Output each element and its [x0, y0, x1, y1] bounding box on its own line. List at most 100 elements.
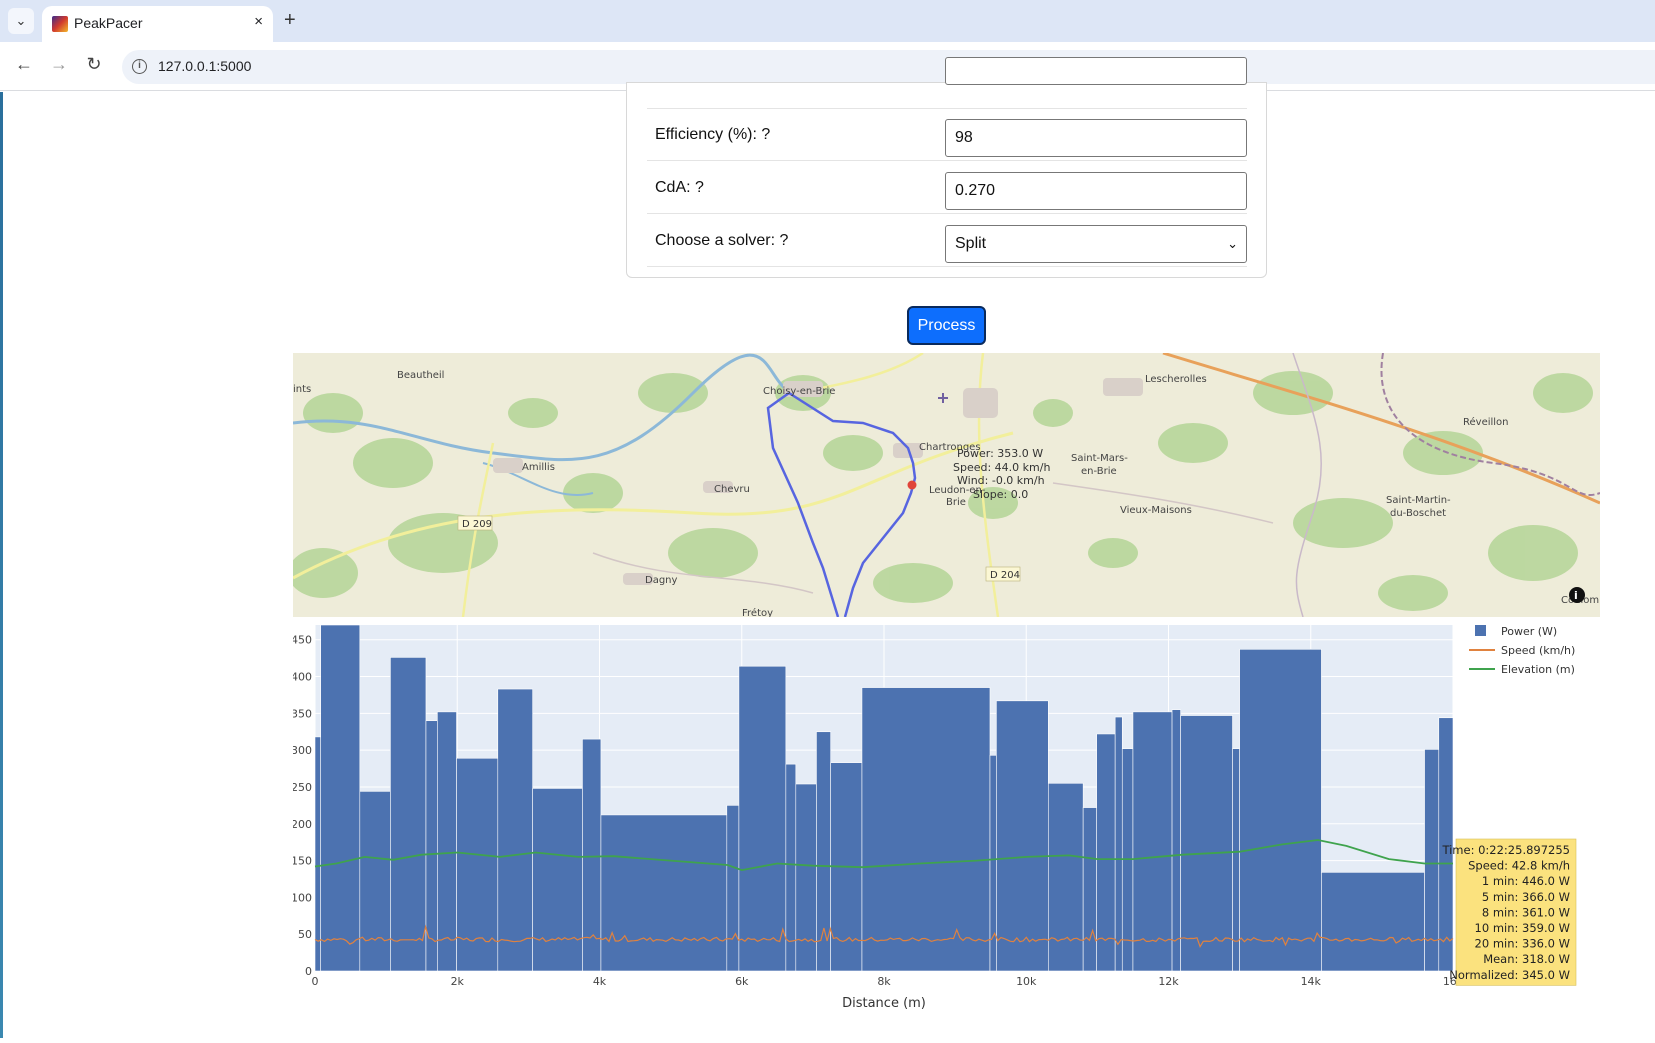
- y-tick-label: 350: [293, 707, 312, 720]
- power-bar: [1239, 648, 1322, 972]
- power-bar: [314, 736, 321, 972]
- marker-wind: Wind: -0.0 km/h: [957, 474, 1045, 487]
- place-label: en-Brie: [1081, 466, 1117, 477]
- new-tab-button[interactable]: +: [284, 9, 296, 32]
- tab-search-button[interactable]: ⌄: [8, 8, 34, 34]
- y-tick-label: 250: [293, 781, 312, 794]
- solver-select[interactable]: Split ⌄: [945, 225, 1247, 263]
- settings-form: Efficiency (%): ? 98 CdA: ? 0.270 Choose…: [626, 57, 1267, 278]
- y-tick-label: 150: [293, 855, 312, 868]
- marker-speed: Speed: 44.0 km/h: [953, 461, 1050, 474]
- chart-canvas: 0 2k 4k 6k 8k 10k 12k 14k 16k0501001502002503003…: [291, 624, 1577, 1011]
- hover-line: Mean: 318.0 W: [1483, 952, 1570, 966]
- previous-input[interactable]: [945, 57, 1247, 85]
- place-label: Choisy-en-Brie: [763, 386, 835, 397]
- peakpacer-favicon-icon: [52, 16, 68, 32]
- power-bar: [1114, 716, 1123, 972]
- road-label-d204: D 204: [990, 570, 1020, 581]
- window-edge: [0, 92, 3, 1038]
- x-tick-label: 0: [312, 975, 319, 988]
- place-label: Brie: [946, 497, 966, 508]
- power-bar: [795, 783, 817, 972]
- hover-line: Time: 0:22:25.897255: [1441, 843, 1570, 857]
- y-tick-label: 200: [293, 818, 312, 831]
- legend-label: Speed (km/h): [1501, 644, 1575, 657]
- route-map[interactable]: D 209 D 204 Beautheil Choisy-en-Brie Les…: [293, 353, 1600, 617]
- power-bar: [996, 700, 1049, 972]
- x-axis-title: Distance (m): [842, 996, 926, 1011]
- y-tick-label: 400: [293, 671, 312, 684]
- hover-line: Normalized: 345.0 W: [1449, 968, 1570, 982]
- place-label: Chevru: [714, 484, 750, 495]
- power-bar: [989, 755, 997, 972]
- x-tick-label: 14k: [1301, 975, 1322, 988]
- place-label: Amillis: [522, 462, 555, 473]
- cda-label: CdA: ?: [655, 179, 704, 196]
- form-row-cda: CdA: ? 0.270: [647, 162, 1247, 214]
- browser-tab[interactable]: PeakPacer ×: [42, 6, 273, 42]
- power-bar: [600, 814, 728, 972]
- y-tick-label: 100: [293, 891, 312, 904]
- legend-label: Elevation (m): [1501, 663, 1575, 676]
- power-bar: [1082, 807, 1097, 972]
- power-bar: [1424, 749, 1440, 972]
- hover-line: 1 min: 446.0 W: [1482, 874, 1570, 888]
- power-chart[interactable]: 0 2k 4k 6k 8k 10k 12k 14k 16k 0 50 100 150 200 250 300 3…: [291, 617, 1600, 1038]
- form-row-solver: Choose a solver: ? Split ⌄: [647, 215, 1247, 267]
- form-row-previous: [647, 57, 1247, 109]
- site-info-icon[interactable]: i: [132, 59, 147, 74]
- browser-tab-bar: ⌄ PeakPacer × +: [0, 0, 1655, 42]
- place-label: Beautheil: [397, 370, 444, 381]
- power-bar: [1232, 748, 1240, 972]
- x-tick-label: 2k: [451, 975, 465, 988]
- place-label: Lescherolles: [1145, 374, 1207, 385]
- y-tick-label: 50: [298, 928, 312, 941]
- place-label: du-Boschet: [1390, 508, 1446, 519]
- hover-line: 20 min: 336.0 W: [1475, 937, 1570, 951]
- power-bar: [390, 657, 427, 972]
- power-bar: [437, 711, 457, 972]
- marker-power: Power: 353.0 W: [957, 447, 1043, 460]
- power-bar: [497, 688, 533, 972]
- place-label: Réveillon: [1463, 416, 1509, 428]
- power-bar: [1132, 711, 1173, 972]
- solver-label: Choose a solver: ?: [655, 232, 789, 249]
- efficiency-input[interactable]: 98: [945, 119, 1247, 157]
- marker-slope: Slope: 0.0: [973, 488, 1028, 501]
- road-label-d209: D 209: [462, 519, 492, 530]
- chevron-down-icon: ⌄: [1227, 236, 1238, 251]
- map-canvas: D 209 D 204 Beautheil Choisy-en-Brie Les…: [293, 353, 1600, 617]
- close-tab-icon[interactable]: ×: [254, 13, 263, 30]
- url-text: 127.0.0.1:5000: [158, 58, 252, 74]
- power-bar: [320, 624, 361, 972]
- place-label: Dagny: [645, 575, 678, 586]
- hover-line: Speed: 42.8 km/h: [1468, 859, 1570, 873]
- power-bar: [861, 687, 991, 972]
- back-button[interactable]: ←: [12, 54, 36, 75]
- power-bar: [1047, 782, 1084, 972]
- forward-button[interactable]: →: [47, 54, 71, 75]
- process-button[interactable]: Process: [907, 306, 986, 345]
- x-tick-label: 4k: [593, 975, 607, 988]
- power-bar: [1096, 733, 1116, 972]
- reload-button[interactable]: ↻: [82, 54, 106, 75]
- solver-selected-value: Split: [955, 235, 987, 252]
- efficiency-label: Efficiency (%): ?: [655, 126, 771, 143]
- tab-title: PeakPacer: [74, 15, 143, 31]
- power-bar: [532, 788, 583, 972]
- place-label: Saint-Mars-: [1071, 453, 1128, 464]
- hover-line: 8 min: 361.0 W: [1482, 905, 1570, 919]
- hover-line: 5 min: 366.0 W: [1482, 890, 1570, 904]
- power-bar: [1321, 872, 1425, 972]
- y-tick-label: 300: [293, 744, 312, 757]
- place-label: Frétoy: [742, 607, 773, 617]
- place-label: ints: [293, 384, 311, 395]
- legend-label: Power (W): [1501, 625, 1557, 638]
- power-bar: [726, 805, 740, 972]
- power-bar: [359, 791, 391, 972]
- cda-input[interactable]: 0.270: [945, 172, 1247, 210]
- page-content: Efficiency (%): ? 98 CdA: ? 0.270 Choose…: [0, 57, 1655, 1038]
- hover-line: 10 min: 359.0 W: [1475, 921, 1570, 935]
- legend-swatch-power: [1475, 625, 1486, 636]
- svg-text:i: i: [1574, 589, 1578, 602]
